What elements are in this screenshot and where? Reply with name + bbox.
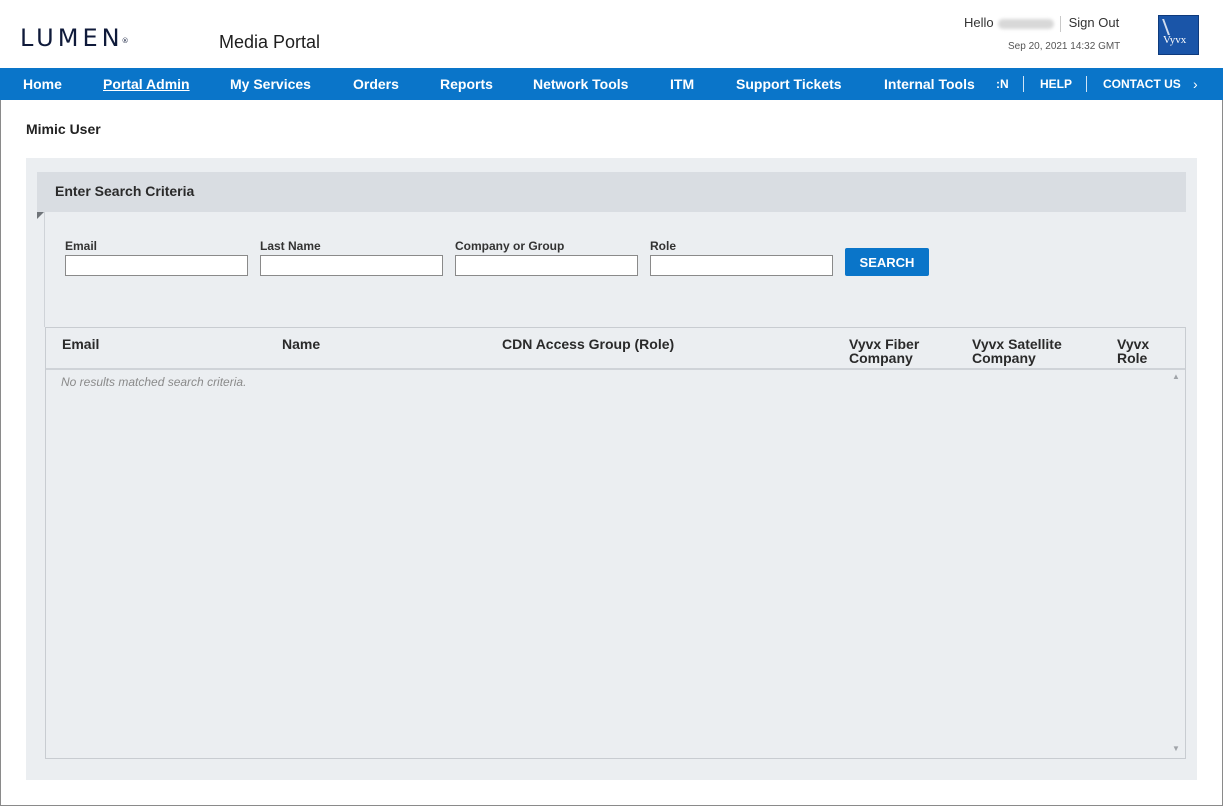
nav-truncated-item[interactable]: :N xyxy=(996,77,1009,91)
nav-orders[interactable]: Orders xyxy=(353,76,399,92)
nav-itm[interactable]: ITM xyxy=(670,76,694,92)
email-label: Email xyxy=(65,239,98,253)
nav-network-tools[interactable]: Network Tools xyxy=(533,76,628,92)
nav-support-tickets[interactable]: Support Tickets xyxy=(736,76,842,92)
column-header-label: Company xyxy=(849,350,913,366)
column-header-vyvx-role[interactable]: Vyvx Role xyxy=(1117,337,1149,365)
search-panel-title: Enter Search Criteria xyxy=(55,183,195,199)
results-table xyxy=(45,327,1186,759)
column-header-label: Vyvx Fiber xyxy=(849,336,920,352)
page-title: Mimic User xyxy=(26,121,101,137)
column-header-label: Company xyxy=(972,350,1036,366)
empty-results-message: No results matched search criteria. xyxy=(61,375,247,389)
timestamp: Sep 20, 2021 14:32 GMT xyxy=(1008,41,1121,52)
column-header-cdn-access-group[interactable]: CDN Access Group (Role) xyxy=(502,337,674,351)
last-name-label: Last Name xyxy=(260,239,321,253)
search-button[interactable]: SEARCH xyxy=(845,248,929,276)
header: LUMEN® Media Portal Hello Sign Out Sep 20… xyxy=(0,0,1223,68)
nav-reports[interactable]: Reports xyxy=(440,76,493,92)
lumen-logo[interactable]: LUMEN® xyxy=(20,24,131,52)
column-header-email[interactable]: Email xyxy=(62,337,99,351)
scroll-down-arrow-icon[interactable]: ▼ xyxy=(1172,744,1180,753)
nav-home[interactable]: Home xyxy=(23,76,62,92)
divider xyxy=(1059,15,1061,32)
main-nav: Home Portal Admin My Services Orders Rep… xyxy=(0,68,1223,100)
vyvx-logo-stripe xyxy=(1162,19,1198,35)
role-label: Role xyxy=(650,239,677,253)
last-name-field[interactable] xyxy=(260,255,443,276)
nav-my-services[interactable]: My Services xyxy=(230,76,311,92)
column-header-vyvx-satellite-company[interactable]: Vyvx Satellite Company xyxy=(972,337,1062,365)
vyvx-logo-text: Vyvx xyxy=(1163,34,1187,46)
column-header-label: CDN Access Group (Role) xyxy=(502,336,675,352)
header-divider xyxy=(46,368,1185,370)
column-header-label: Role xyxy=(1117,350,1148,366)
portal-title: Media Portal xyxy=(219,32,321,52)
column-header-label: Email xyxy=(62,336,100,352)
scroll-up-arrow-icon[interactable]: ▲ xyxy=(1172,372,1180,381)
sign-out-link[interactable]: Sign Out xyxy=(1069,15,1120,30)
nav-help[interactable]: HELP xyxy=(1040,77,1072,91)
chevron-right-icon[interactable]: › xyxy=(1193,76,1198,92)
user-box: Hello Sign Out xyxy=(964,15,1119,32)
registered-mark: ® xyxy=(121,37,129,45)
column-header-label: Vyvx Satellite xyxy=(972,336,1062,352)
nav-divider xyxy=(1086,76,1087,92)
nav-portal-admin[interactable]: Portal Admin xyxy=(103,76,190,92)
company-or-group-field[interactable] xyxy=(455,255,638,276)
email-field[interactable] xyxy=(65,255,248,276)
role-field[interactable] xyxy=(650,255,833,276)
logo-text: LUMEN xyxy=(20,24,124,52)
column-header-name[interactable]: Name xyxy=(282,337,320,351)
nav-contact-us[interactable]: CONTACT US xyxy=(1103,77,1181,91)
user-name-redacted xyxy=(997,18,1054,29)
column-header-label: Vyvx xyxy=(1117,336,1150,352)
company-or-group-label: Company or Group xyxy=(455,239,565,253)
column-header-vyvx-fiber-company[interactable]: Vyvx Fiber Company xyxy=(849,337,919,365)
search-panel-header[interactable] xyxy=(37,172,1186,212)
panel-edge xyxy=(44,212,45,327)
panel-fold-corner-icon xyxy=(37,212,44,219)
nav-divider xyxy=(1023,76,1024,92)
column-header-label: Name xyxy=(282,336,321,352)
vyvx-logo: Vyvx xyxy=(1158,15,1199,55)
greeting: Hello xyxy=(964,15,994,30)
nav-internal-tools[interactable]: Internal Tools xyxy=(884,76,975,92)
